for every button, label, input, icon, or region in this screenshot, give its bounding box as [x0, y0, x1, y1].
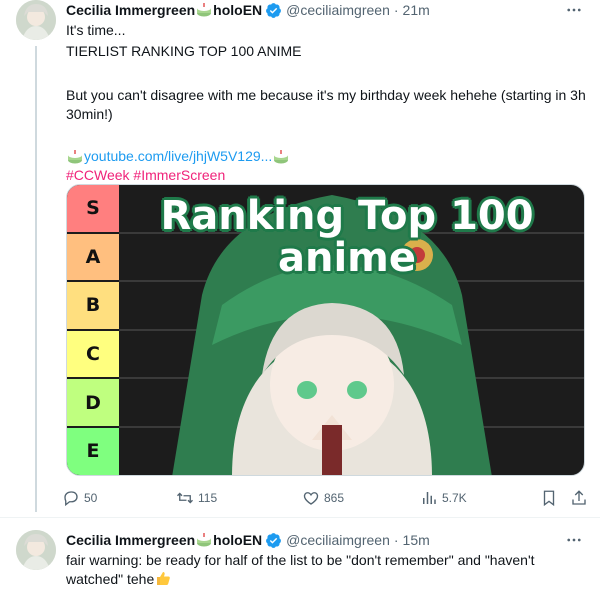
separator: · [393, 532, 399, 548]
tier-label-d: D [67, 379, 119, 428]
like-icon [303, 492, 319, 505]
reply-button[interactable]: 50 [62, 486, 97, 510]
hashtags[interactable]: #CCWeek #ImmerScreen [66, 166, 586, 185]
youtube-link[interactable]: youtube.com/live/jhjW5V129... [84, 148, 272, 164]
tweet-text: It's time... TIERLIST RANKING TOP 100 AN… [66, 21, 586, 185]
share-button[interactable] [570, 486, 592, 510]
tier-label-c: C [67, 330, 119, 380]
media-thumbnail[interactable]: SABCDE Ranking Top 100 anime [66, 184, 585, 476]
timestamp[interactable]: 15m [403, 532, 430, 548]
tier-labels: SABCDE [67, 185, 119, 475]
tier-label-a: A [67, 233, 119, 283]
text-line: It's time... [66, 22, 126, 38]
tier-label-e: E [67, 427, 119, 475]
tweet[interactable]: Cecilia Immergreen holoEN @ceciliaimgree… [0, 530, 600, 589]
tier-label-b: B [67, 282, 119, 331]
tweet-text: fair warning: be ready for half of the l… [66, 551, 586, 589]
views-count: 5.7K [442, 491, 467, 505]
thumbnail-title: Ranking Top 100 anime [160, 193, 534, 281]
cake-emoji-icon [67, 150, 83, 164]
display-name-suffix[interactable]: holoEN [213, 2, 262, 18]
bookmark-icon [543, 490, 555, 507]
bookmark-button[interactable] [540, 486, 562, 510]
more-button[interactable] [564, 530, 584, 550]
handle[interactable]: @ceciliaimgreen [286, 532, 390, 548]
reply-icon [64, 491, 78, 507]
avatar[interactable] [16, 530, 56, 570]
tweet[interactable]: Cecilia Immergreen holoEN @ceciliaimgree… [0, 0, 600, 517]
views-button[interactable]: 5.7K [420, 486, 467, 510]
reply-count: 50 [84, 491, 98, 505]
action-bar: 50 115 865 5.7K [62, 486, 592, 510]
cake-emoji-icon [273, 150, 289, 164]
share-icon [572, 490, 586, 505]
link-line: youtube.com/live/jhjW5V129... [66, 147, 586, 166]
cake-emoji-icon [196, 533, 212, 547]
like-button[interactable]: 865 [302, 486, 344, 510]
more-icon [567, 8, 581, 12]
tweet-header: Cecilia Immergreen holoEN @ceciliaimgree… [66, 0, 430, 20]
repost-icon [177, 492, 193, 504]
thread-line [35, 46, 37, 512]
views-icon [423, 492, 436, 504]
verified-badge-icon [265, 532, 282, 549]
tier-label-s: S [67, 185, 119, 234]
repost-button[interactable]: 115 [176, 486, 217, 510]
timestamp[interactable]: 21m [403, 2, 430, 18]
thumbs-up-emoji-icon [155, 570, 171, 586]
more-button[interactable] [564, 0, 584, 20]
more-icon [567, 538, 581, 542]
display-name[interactable]: Cecilia Immergreen [66, 532, 195, 548]
display-name[interactable]: Cecilia Immergreen [66, 2, 195, 18]
like-count: 865 [324, 491, 345, 505]
handle[interactable]: @ceciliaimgreen [286, 2, 390, 18]
tweet-header: Cecilia Immergreen holoEN @ceciliaimgree… [66, 530, 430, 550]
separator: · [393, 2, 399, 18]
text-line: But you can't disagree with me because i… [66, 87, 586, 122]
repost-count: 115 [198, 491, 218, 505]
divider [0, 517, 600, 518]
text-line: TIERLIST RANKING TOP 100 ANIME [66, 43, 302, 59]
avatar[interactable] [16, 0, 56, 40]
cake-emoji-icon [196, 3, 212, 17]
verified-badge-icon [265, 2, 282, 19]
display-name-suffix[interactable]: holoEN [213, 532, 262, 548]
text-body: fair warning: be ready for half of the l… [66, 552, 535, 587]
